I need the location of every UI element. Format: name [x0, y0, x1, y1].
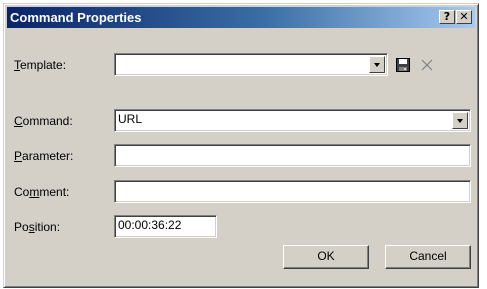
- command-properties-dialog: Command Properties ? ✕ Template: Command…: [3, 3, 479, 288]
- parameter-input[interactable]: [114, 144, 471, 167]
- command-dropdown-arrow[interactable]: [452, 112, 468, 129]
- ok-button[interactable]: OK: [283, 245, 369, 269]
- parameter-label: Parameter:: [14, 149, 74, 163]
- command-value: URL: [118, 112, 143, 126]
- comment-label: Comment:: [14, 185, 70, 199]
- comment-input[interactable]: [114, 180, 471, 203]
- command-dropdown[interactable]: URL: [114, 109, 471, 132]
- dialog-title: Command Properties: [10, 10, 142, 25]
- title-bar[interactable]: Command Properties ? ✕: [7, 7, 475, 28]
- template-dropdown-arrow[interactable]: [369, 56, 385, 73]
- template-label: Template:: [14, 58, 67, 72]
- command-label: Command:: [14, 114, 73, 128]
- cancel-button[interactable]: Cancel: [385, 245, 471, 269]
- delete-icon[interactable]: [420, 58, 434, 72]
- position-value: 00:00:36:22: [118, 218, 182, 232]
- position-input[interactable]: 00:00:36:22: [114, 215, 217, 238]
- help-button[interactable]: ?: [439, 10, 455, 24]
- close-button[interactable]: ✕: [456, 10, 472, 24]
- save-icon[interactable]: [396, 58, 410, 72]
- position-label: Position:: [14, 220, 61, 234]
- template-dropdown[interactable]: [114, 53, 388, 76]
